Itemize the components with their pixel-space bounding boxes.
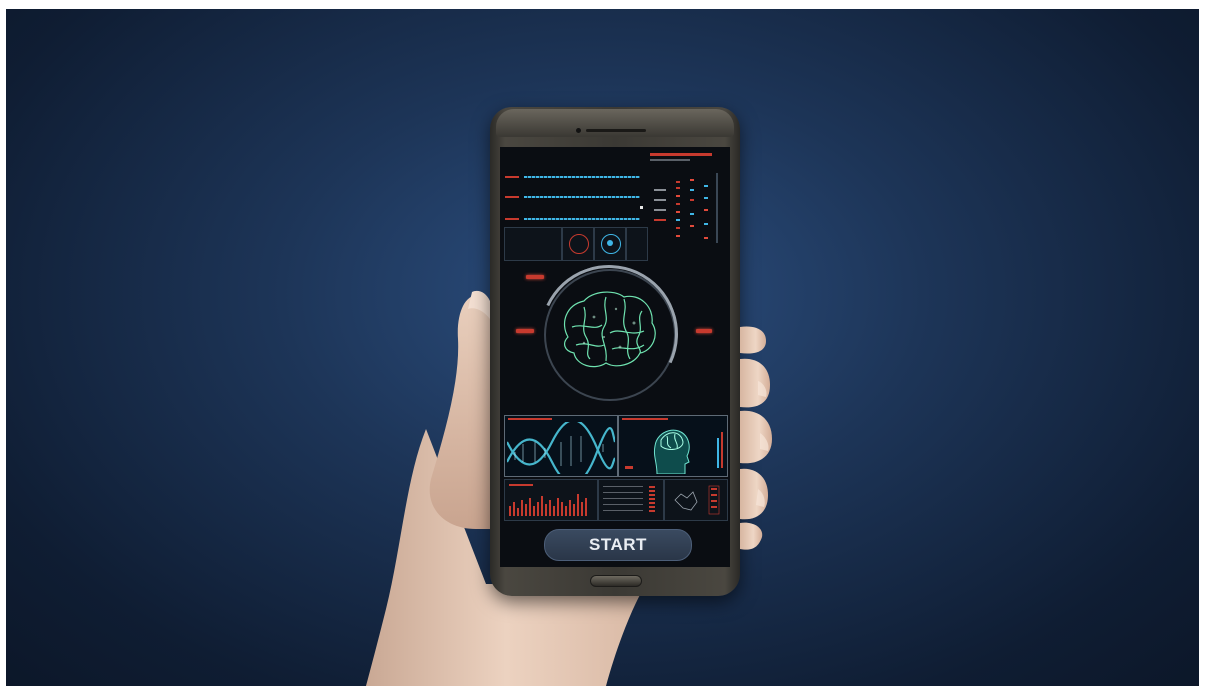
background-scene: START: [6, 9, 1199, 686]
fingers-illustration: [740, 326, 772, 550]
